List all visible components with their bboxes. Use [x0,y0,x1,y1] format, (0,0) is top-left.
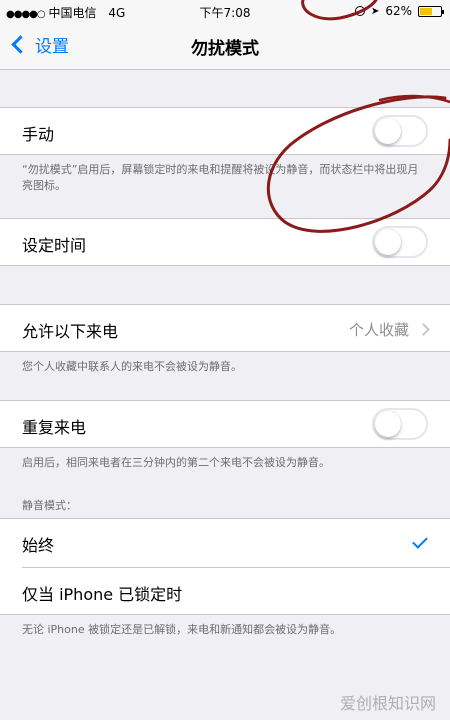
manual-footnote: “勿扰模式”启用后，屏幕锁定时的来电和提醒将被设为静音，而状态栏中将出现月亮图标… [22,163,419,192]
toggle-knob [375,229,401,255]
navigation-bar: 设置 勿扰模式 [0,22,450,70]
battery-fill [420,7,432,15]
manual-label: 手动 [22,125,55,144]
scheduled-toggle[interactable] [372,226,428,258]
allow-calls-footnote: 您个人收藏中联系人的来电不会被设为静音。 [22,360,242,373]
repeated-calls-row: 重复来电 [0,400,450,448]
allow-calls-value-text: 个人收藏 [348,321,409,339]
silence-option-label: 仅当 iPhone 已锁定时 [22,585,183,604]
silence-section-header: 静音模式： [22,499,77,512]
repeated-calls-label: 重复来电 [22,418,87,437]
checkmark-icon [412,533,428,549]
toggle-knob [375,118,401,144]
rotation-lock-icon [354,6,365,16]
repeated-calls-toggle[interactable] [372,408,428,440]
allow-calls-value[interactable]: 个人收藏 [348,319,430,340]
silence-option-locked[interactable]: 仅当 iPhone 已锁定时 [0,568,450,615]
silence-option-always[interactable]: 始终 [0,519,450,567]
allow-calls-label: 允许以下来电 [22,322,119,341]
scheduled-label: 设定时间 [22,236,87,255]
silence-option-label: 始终 [22,536,55,555]
repeated-calls-footnote: 启用后，相同来电者在三分钟内的第二个来电不会被设为静音。 [22,456,330,469]
manual-row: 手动 [0,107,450,155]
silence-footnote: 无论 iPhone 被锁定还是已解锁，来电和新通知都会被设为静音。 [22,623,342,636]
manual-toggle[interactable] [372,115,428,147]
battery-percent: 62% [385,4,412,18]
battery-icon [418,5,444,17]
silence-options: 始终 仅当 iPhone 已锁定时 [0,518,450,615]
annotation-stroke [378,94,450,104]
page-title: 勿扰模式 [191,39,259,59]
allow-calls-row[interactable]: 允许以下来电 个人收藏 [0,304,450,352]
toggle-knob [375,411,401,437]
chevron-right-icon [417,323,430,336]
status-bar: ●●●●○ 中国电信 4G 下午7:08 ➤ 62% [0,0,450,22]
location-arrow-icon: ➤ [370,5,380,17]
scheduled-row: 设定时间 [0,218,450,266]
watermark: 爱创根知识网 [339,694,436,713]
